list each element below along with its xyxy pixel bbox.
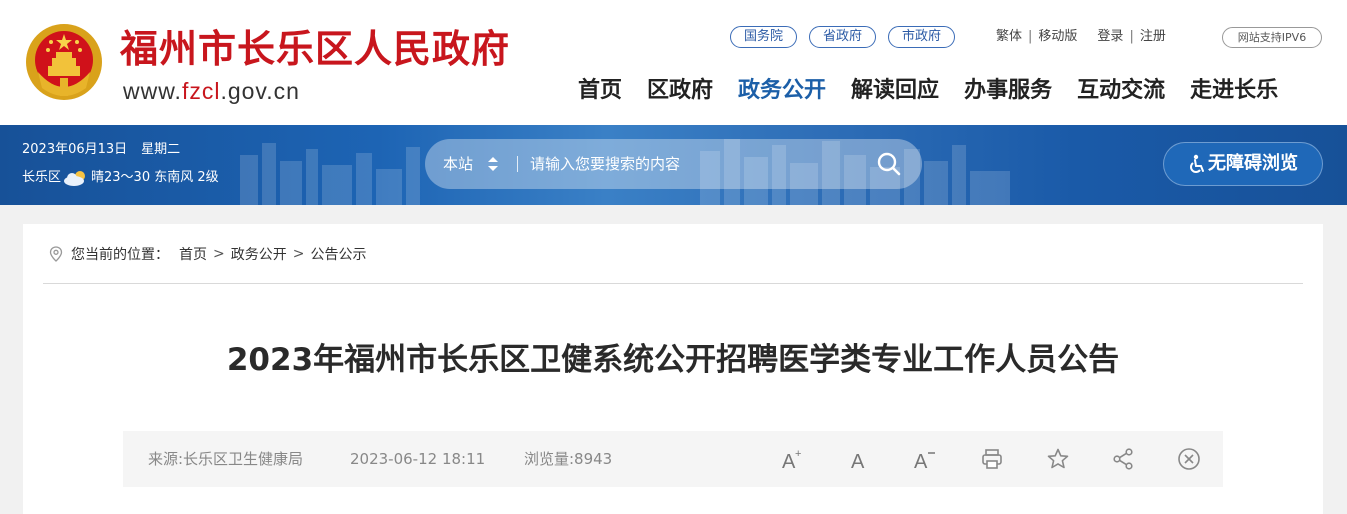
weather-display: 长乐区 晴23～30 东南风 2级 — [22, 169, 219, 187]
share-icon[interactable] — [1109, 445, 1137, 473]
breadcrumb-government-affairs[interactable]: 政务公开 — [231, 244, 287, 264]
current-date: 2023年06月13日 — [22, 142, 128, 157]
site-url: www.fzcl.gov.cn — [123, 78, 300, 104]
nav-district-government[interactable]: 区政府 — [647, 74, 713, 108]
weather-text: 晴23～30 东南风 2级 — [91, 170, 219, 185]
main-nav: 首页 区政府 政务公开 解读回应 办事服务 互动交流 走进长乐 — [578, 74, 1278, 108]
breadcrumb-prefix: 您当前的位置： — [71, 247, 169, 263]
svg-text:A: A — [851, 451, 865, 471]
nav-home[interactable]: 首页 — [578, 74, 622, 108]
svg-text:A: A — [782, 451, 796, 471]
font-normal-icon[interactable]: A — [845, 445, 873, 473]
url-highlight: fzcl — [181, 78, 221, 104]
weather-region: 长乐区 — [22, 170, 62, 185]
accessibility-button[interactable]: 无障碍浏览 — [1163, 142, 1323, 186]
national-emblem-icon — [26, 24, 102, 100]
article-meta-bar: 来源:长乐区卫生健康局 2023-06-12 18:11 浏览量:8943 A +… — [123, 431, 1223, 487]
register-link[interactable]: 注册 — [1140, 27, 1166, 47]
site-header: 福州市长乐区人民政府 www.fzcl.gov.cn 国务院 省政府 市政府 繁… — [0, 0, 1347, 125]
gov-link-city[interactable]: 市政府 — [888, 26, 956, 48]
close-icon[interactable] — [1175, 445, 1203, 473]
date-display: 2023年06月13日 星期二 — [22, 141, 180, 159]
traditional-chinese-link[interactable]: 繁体 — [996, 27, 1022, 47]
location-pin-icon — [49, 246, 63, 262]
search-icon[interactable] — [875, 151, 903, 177]
divider: | — [1028, 29, 1033, 44]
print-icon[interactable] — [978, 445, 1006, 473]
ipv6-badge: 网站支持IPV6 — [1222, 27, 1322, 48]
gov-link-province[interactable]: 省政府 — [809, 26, 877, 48]
search-scope-select[interactable]: 本站 — [443, 139, 473, 189]
nav-services[interactable]: 办事服务 — [964, 74, 1052, 108]
search-input[interactable] — [530, 149, 860, 179]
article-card: 您当前的位置： 首页 > 政务公开 > 公告公示 2023年福州市长乐区卫健系统… — [23, 224, 1323, 514]
article-title: 2023年福州市长乐区卫健系统公开招聘医学类专业工作人员公告 — [226, 342, 1120, 378]
gov-link-state-council[interactable]: 国务院 — [730, 26, 798, 48]
article-source: 来源:长乐区卫生健康局 — [148, 450, 304, 468]
site-title[interactable]: 福州市长乐区人民政府 — [120, 26, 510, 72]
sort-arrows-icon[interactable] — [487, 156, 499, 172]
wheelchair-icon — [1190, 154, 1204, 173]
cloud-sun-icon — [64, 171, 86, 186]
breadcrumb: 您当前的位置： 首页 > 政务公开 > 公告公示 — [49, 244, 366, 264]
breadcrumb-separator: > — [292, 246, 305, 262]
font-decrease-icon[interactable]: A — [911, 445, 939, 473]
url-prefix: www. — [123, 78, 182, 104]
svg-text:+: + — [795, 448, 801, 460]
weekday: 星期二 — [141, 142, 181, 157]
url-suffix: .gov.cn — [220, 78, 300, 104]
nav-interpretation[interactable]: 解读回应 — [851, 74, 939, 108]
nav-government-affairs[interactable]: 政务公开 — [738, 74, 826, 108]
utility-links: 繁体 | 移动版 登录 | 注册 — [996, 27, 1166, 47]
divider: | — [1129, 29, 1134, 44]
article-datetime: 2023-06-12 18:11 — [350, 450, 486, 468]
login-link[interactable]: 登录 — [1097, 27, 1123, 47]
font-increase-icon[interactable]: A + — [779, 445, 807, 473]
breadcrumb-announcements[interactable]: 公告公示 — [310, 244, 366, 264]
article-views: 浏览量:8943 — [524, 450, 613, 468]
nav-about-changle[interactable]: 走进长乐 — [1190, 74, 1278, 108]
svg-text:A: A — [914, 451, 928, 471]
gov-links: 国务院 省政府 市政府 — [730, 26, 956, 48]
star-icon[interactable] — [1044, 445, 1072, 473]
search-divider — [517, 156, 518, 172]
mobile-version-link[interactable]: 移动版 — [1038, 27, 1077, 47]
banner: 2023年06月13日星期二 长乐区 晴23～30 东南风 2级 本站 无障碍浏… — [0, 125, 1347, 205]
divider — [43, 283, 1303, 284]
nav-interaction[interactable]: 互动交流 — [1077, 74, 1165, 108]
breadcrumb-separator: > — [213, 246, 225, 262]
search-box: 本站 — [425, 139, 922, 189]
accessibility-label: 无障碍浏览 — [1208, 153, 1298, 174]
breadcrumb-home[interactable]: 首页 — [179, 244, 207, 264]
